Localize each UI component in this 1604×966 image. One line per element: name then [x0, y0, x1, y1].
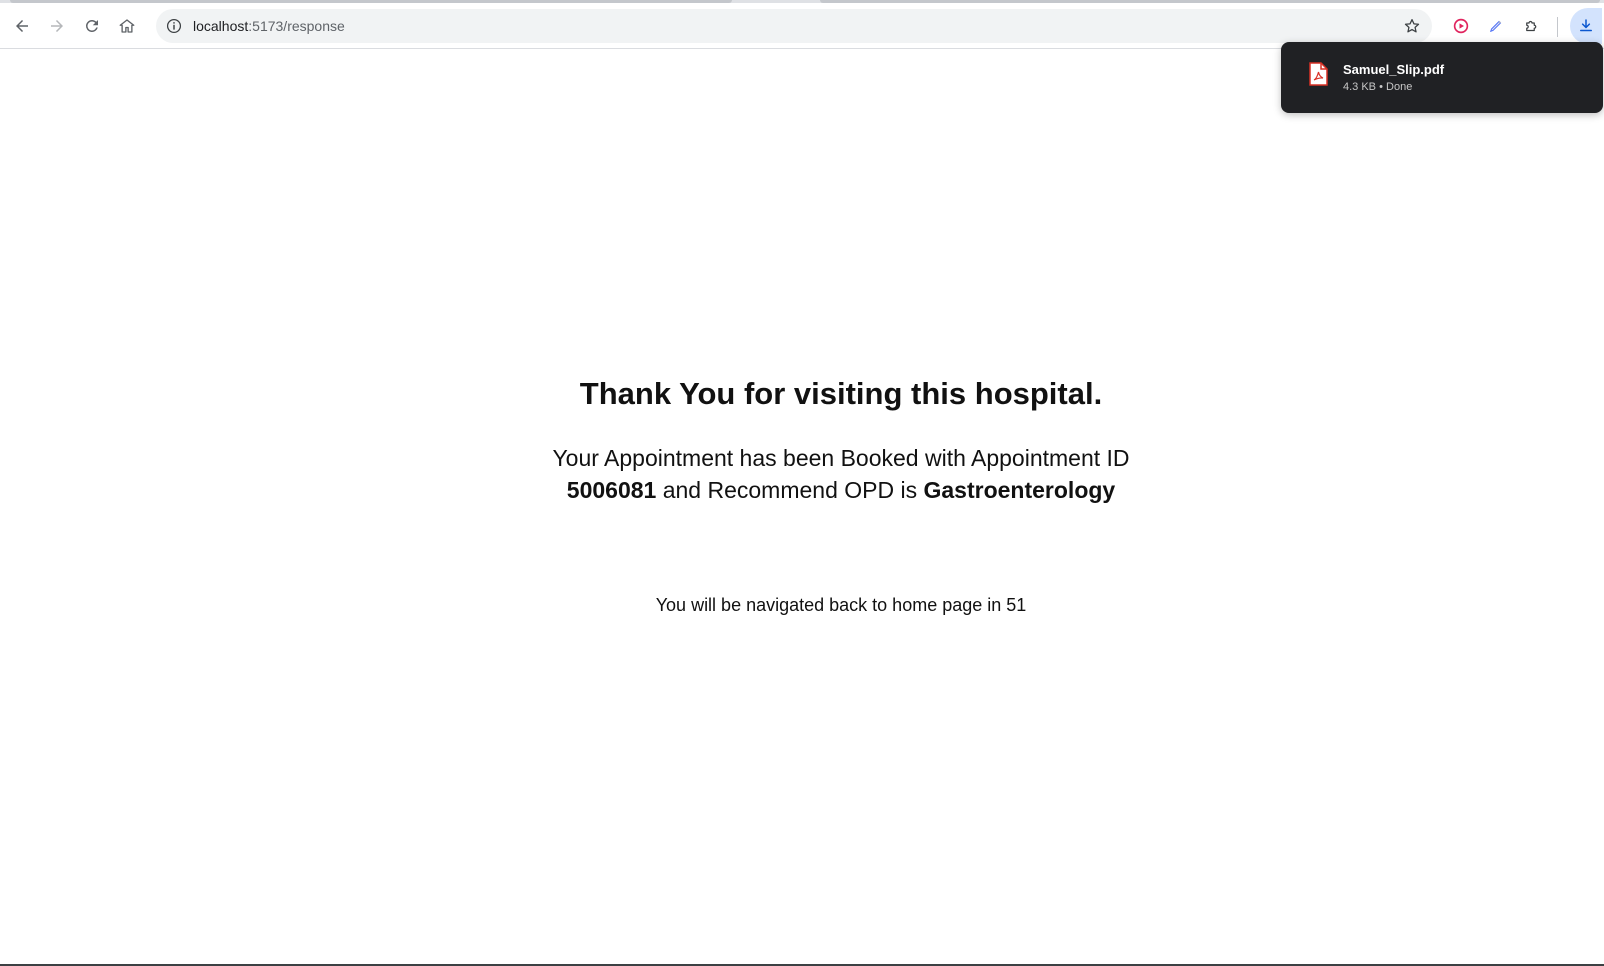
toolbar-divider [1557, 17, 1558, 37]
pen-extension-button[interactable] [1481, 11, 1511, 41]
message-prefix: Your Appointment has been Booked with Ap… [552, 445, 1130, 471]
pen-icon [1489, 20, 1502, 33]
appointment-id: 5006081 [566, 477, 657, 503]
forward-button[interactable] [42, 11, 72, 41]
downloads-button[interactable] [1570, 8, 1602, 44]
url-path: :5173/response [248, 18, 345, 34]
reload-button[interactable] [77, 11, 107, 41]
forward-arrow-icon [51, 20, 63, 32]
url-host: localhost [193, 18, 249, 34]
back-arrow-icon [16, 20, 28, 32]
site-info-icon[interactable] [165, 17, 183, 35]
countdown-seconds: 51 [1006, 595, 1027, 615]
page-content: Thank You for visiting this hospital. Yo… [0, 50, 1604, 966]
address-bar[interactable]: localhost:5173/response [156, 9, 1432, 43]
download-icon [1580, 19, 1592, 32]
puzzle-icon [1526, 20, 1537, 32]
url-text[interactable]: localhost:5173/response [193, 17, 345, 35]
countdown-text: You will be navigated back to home page … [655, 595, 1002, 615]
confirmation-message: Your Appointment has been Booked with Ap… [520, 442, 1162, 506]
recommended-opd: Gastroenterology [923, 477, 1116, 503]
home-icon [119, 19, 135, 33]
message-middle: and Recommend OPD is [662, 477, 918, 503]
bookmark-star-icon[interactable] [1402, 16, 1422, 36]
record-icon [1453, 18, 1469, 34]
extensions-button[interactable] [1517, 11, 1547, 41]
redirect-countdown: You will be navigated back to home page … [0, 595, 1604, 616]
reload-icon [85, 19, 98, 32]
record-extension-button[interactable] [1446, 11, 1476, 41]
home-button[interactable] [112, 11, 142, 41]
back-button[interactable] [7, 11, 37, 41]
page-title: Thank You for visiting this hospital. [579, 376, 1103, 411]
